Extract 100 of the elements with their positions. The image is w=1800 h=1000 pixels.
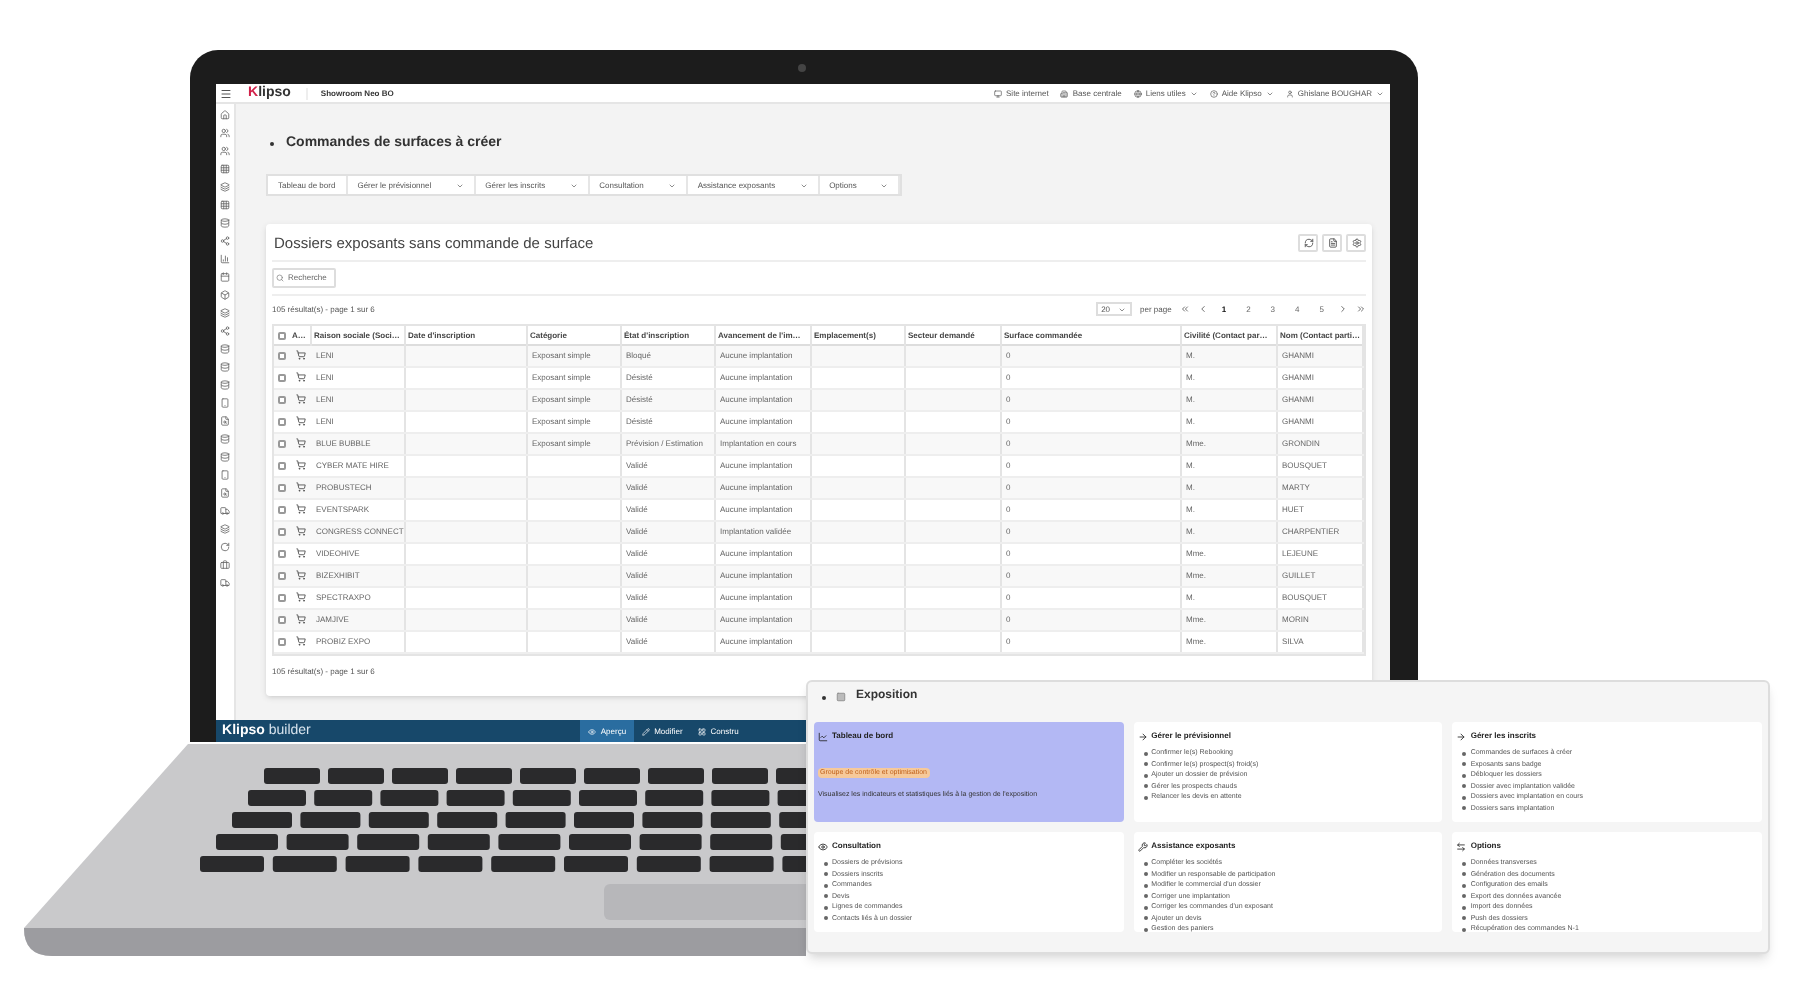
sidebar-icon[interactable] <box>220 488 230 498</box>
sidebar-icon[interactable] <box>220 560 230 570</box>
sidebar-icon[interactable] <box>220 344 230 354</box>
cart-icon[interactable] <box>296 372 306 383</box>
grid-icon <box>836 692 846 702</box>
settings-icon <box>1351 237 1361 248</box>
sidebar-icon[interactable] <box>220 236 230 246</box>
sidebar-icon[interactable] <box>220 434 230 444</box>
cart-icon[interactable] <box>296 438 306 449</box>
checkbox[interactable] <box>278 331 286 340</box>
bullet-icon <box>1462 762 1467 767</box>
sidebar-icon[interactable] <box>220 254 230 264</box>
card-icon <box>1137 841 1148 851</box>
cart-icon[interactable] <box>296 548 306 559</box>
cart-icon[interactable] <box>296 504 306 515</box>
cart-icon[interactable] <box>296 482 306 493</box>
bullet-icon <box>1143 784 1148 789</box>
sidebar-icon[interactable] <box>220 182 230 192</box>
sidebar-icon[interactable] <box>220 506 230 516</box>
checkbox[interactable] <box>278 439 286 448</box>
card-icon <box>1456 731 1467 741</box>
checkbox[interactable] <box>278 417 286 426</box>
card-icon <box>818 731 828 741</box>
checkbox[interactable] <box>278 571 286 580</box>
refresh-button[interactable] <box>1298 233 1318 252</box>
card-icon <box>818 841 828 851</box>
first-page-icon[interactable] <box>1179 304 1190 315</box>
sidebar-icon[interactable] <box>220 146 230 156</box>
bullet-icon <box>1462 927 1467 932</box>
bullet-icon <box>1143 872 1148 877</box>
checkbox[interactable] <box>278 549 286 558</box>
bullet-icon <box>1462 795 1467 800</box>
cart-icon[interactable] <box>296 592 306 603</box>
cart-icon[interactable] <box>296 350 306 361</box>
sidebar-icon[interactable] <box>220 164 230 174</box>
sidebar-icon[interactable] <box>220 110 230 120</box>
bullet-icon <box>1462 905 1467 910</box>
bullet-icon <box>1462 872 1467 877</box>
cart-icon[interactable] <box>296 614 306 625</box>
bullet-icon <box>1462 773 1467 778</box>
export-button[interactable] <box>1322 233 1342 252</box>
cart-icon[interactable] <box>296 636 306 647</box>
sidebar-icon[interactable] <box>220 290 230 300</box>
sidebar-icon[interactable] <box>220 200 230 210</box>
sidebar-icon[interactable] <box>220 524 230 534</box>
last-page-icon[interactable] <box>1356 304 1366 315</box>
cart-icon[interactable] <box>296 416 306 427</box>
card-icon <box>1137 731 1148 741</box>
settings-button[interactable] <box>1346 233 1366 252</box>
menu-icon[interactable] <box>220 87 232 99</box>
checkbox[interactable] <box>278 461 286 470</box>
cart-icon[interactable] <box>296 460 306 471</box>
sidebar-icon[interactable] <box>220 272 230 282</box>
sidebar-icon[interactable] <box>220 218 230 228</box>
cart-icon[interactable] <box>296 570 306 581</box>
checkbox[interactable] <box>278 505 286 514</box>
sidebar-icon[interactable] <box>220 578 230 588</box>
checkbox[interactable] <box>278 351 286 360</box>
bullet-icon <box>1462 806 1467 811</box>
cart-icon[interactable] <box>296 526 306 537</box>
checkbox[interactable] <box>278 593 286 602</box>
checkbox[interactable] <box>278 637 286 646</box>
bullet-icon <box>1462 894 1467 899</box>
sidebar-icon[interactable] <box>220 452 230 462</box>
sidebar-icon[interactable] <box>220 470 230 480</box>
bullet-icon <box>1143 751 1148 756</box>
refresh-icon <box>1303 237 1313 248</box>
bullet-icon <box>1462 861 1467 866</box>
bullet-icon <box>1462 883 1467 888</box>
sidebar-icon[interactable] <box>220 380 230 390</box>
sidebar-icon[interactable] <box>220 308 230 318</box>
cart-icon[interactable] <box>296 394 306 405</box>
checkbox[interactable] <box>278 373 286 382</box>
sidebar-icon[interactable] <box>220 362 230 372</box>
sidebar-icon[interactable] <box>220 326 230 336</box>
sidebar-icon[interactable] <box>220 128 230 138</box>
pencil-icon <box>642 727 651 735</box>
checkbox[interactable] <box>278 395 286 404</box>
previous-page-icon[interactable] <box>1197 304 1208 315</box>
bullet-icon <box>1143 795 1148 800</box>
card-icon <box>1456 841 1467 851</box>
eye-icon <box>588 727 597 735</box>
bullet-icon <box>1462 916 1467 921</box>
menu-card[interactable] <box>1133 832 1443 932</box>
sidebar-icon[interactable] <box>220 542 230 552</box>
checkbox[interactable] <box>278 615 286 624</box>
checkbox[interactable] <box>278 527 286 536</box>
sidebar-icon[interactable] <box>220 398 230 408</box>
checkbox[interactable] <box>278 483 286 492</box>
bullet-icon <box>1143 762 1148 767</box>
bullet-icon <box>1462 784 1467 789</box>
document-icon <box>1327 237 1337 248</box>
search-icon <box>276 273 284 282</box>
next-page-icon[interactable] <box>1338 304 1348 315</box>
sidebar-icon[interactable] <box>220 416 230 426</box>
bullet-icon <box>1143 916 1148 921</box>
camera-icon <box>798 64 806 72</box>
bullet-icon <box>1143 773 1148 778</box>
bullet-icon <box>1143 883 1148 888</box>
bullet-icon <box>1143 905 1148 910</box>
